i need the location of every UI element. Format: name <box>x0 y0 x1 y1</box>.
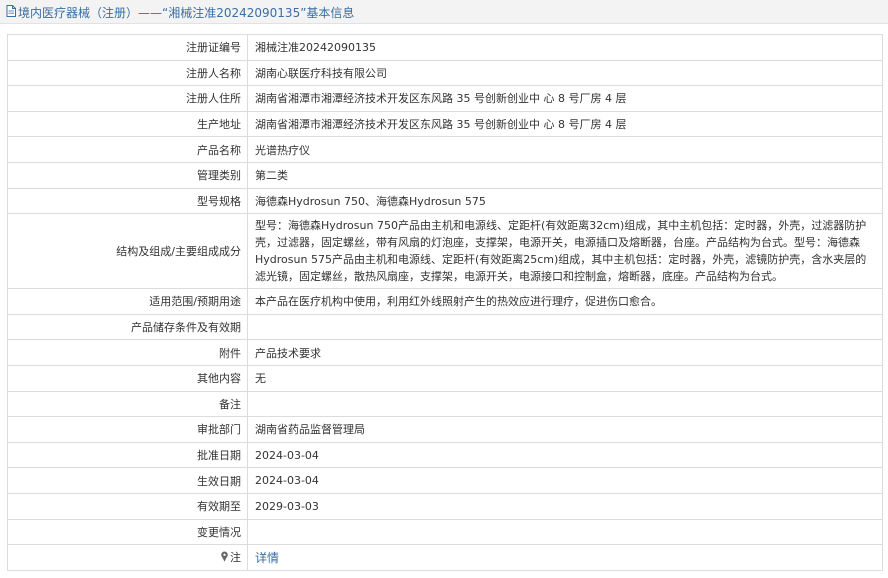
table-row: 备注 <box>7 390 883 418</box>
field-value: 第二类 <box>247 161 883 189</box>
field-label: 产品名称 <box>7 136 248 163</box>
page-title: 境内医疗器械（注册）——“湘械注准20242090135”基本信息 <box>18 6 355 20</box>
field-value: 湘械注准20242090135 <box>247 34 883 61</box>
detail-link[interactable]: 详情 <box>255 551 279 565</box>
field-value <box>247 313 883 341</box>
table-row: 生产地址 湖南省湘潭市湘潭经济技术开发区东风路 35 号创新创业中 心 8 号厂… <box>7 110 883 138</box>
field-value: 2024-03-04 <box>247 467 883 494</box>
field-value: 光谱热疗仪 <box>247 136 883 163</box>
field-value: 湖南省湘潭市湘潭经济技术开发区东风路 35 号创新创业中 心 8 号厂房 4 层 <box>247 85 883 112</box>
field-value: 2024-03-04 <box>247 441 883 469</box>
table-row: 适用范围/预期用途 本产品在医疗机构中使用，利用红外线照射产生的热效应进行理疗，… <box>7 288 883 315</box>
table-row: 生效日期 2024-03-04 <box>7 467 883 494</box>
field-label: 适用范围/预期用途 <box>7 288 248 315</box>
field-value: 型号：海德森Hydrosun 750产品由主机和电源线、定距杆(有效距离32cm… <box>247 213 883 290</box>
field-label: 管理类别 <box>7 161 248 189</box>
field-label: 备注 <box>7 390 248 418</box>
field-value <box>247 518 883 546</box>
field-value: 无 <box>247 364 883 392</box>
field-value: 湖南省湘潭市湘潭经济技术开发区东风路 35 号创新创业中 心 8 号厂房 4 层 <box>247 110 883 138</box>
field-value: 产品技术要求 <box>247 339 883 366</box>
table-row: 附件 产品技术要求 <box>7 339 883 366</box>
field-label: 变更情况 <box>7 518 248 546</box>
field-value: 海德森Hydrosun 750、海德森Hydrosun 575 <box>247 187 883 215</box>
field-label: 其他内容 <box>7 364 248 392</box>
document-icon <box>6 5 16 17</box>
table-row: 产品名称 光谱热疗仪 <box>7 136 883 163</box>
field-value: 湖南心联医疗科技有限公司 <box>247 59 883 87</box>
table-row: 管理类别 第二类 <box>7 161 883 189</box>
field-label: 产品储存条件及有效期 <box>7 313 248 341</box>
table-row: 变更情况 <box>7 518 883 546</box>
table-row: 审批部门 湖南省药品监督管理局 <box>7 416 883 443</box>
info-table: 注册证编号 湘械注准20242090135 注册人名称 湖南心联医疗科技有限公司… <box>7 34 883 571</box>
table-row: 有效期至 2029-03-03 <box>7 492 883 520</box>
field-value <box>247 390 883 418</box>
table-row: 批准日期 2024-03-04 <box>7 441 883 469</box>
field-label: 批准日期 <box>7 441 248 469</box>
note-label: 注 <box>230 551 241 565</box>
note-label-cell: 注 <box>7 544 248 571</box>
field-label: 结构及组成/主要组成成分 <box>7 213 248 290</box>
field-label: 注册人名称 <box>7 59 248 87</box>
table-row: 注册证编号 湘械注准20242090135 <box>7 34 883 61</box>
field-label: 注册人住所 <box>7 85 248 112</box>
field-value: 本产品在医疗机构中使用，利用红外线照射产生的热效应进行理疗，促进伤口愈合。 <box>247 288 883 315</box>
table-row: 注册人名称 湖南心联医疗科技有限公司 <box>7 59 883 87</box>
field-label: 生效日期 <box>7 467 248 494</box>
note-value-cell: 详情 <box>247 544 883 571</box>
note-row: 注 详情 <box>7 544 883 571</box>
table-row: 注册人住所 湖南省湘潭市湘潭经济技术开发区东风路 35 号创新创业中 心 8 号… <box>7 85 883 112</box>
field-label: 型号规格 <box>7 187 248 215</box>
table-row: 型号规格 海德森Hydrosun 750、海德森Hydrosun 575 <box>7 187 883 215</box>
table-row: 其他内容 无 <box>7 364 883 392</box>
field-label: 附件 <box>7 339 248 366</box>
field-label: 审批部门 <box>7 416 248 443</box>
table-row: 结构及组成/主要组成成分 型号：海德森Hydrosun 750产品由主机和电源线… <box>7 213 883 290</box>
field-value: 2029-03-03 <box>247 492 883 520</box>
field-value: 湖南省药品监督管理局 <box>247 416 883 443</box>
page-header: 境内医疗器械（注册）——“湘械注准20242090135”基本信息 <box>0 0 888 24</box>
table-row: 产品储存条件及有效期 <box>7 313 883 341</box>
field-label: 有效期至 <box>7 492 248 520</box>
field-label: 生产地址 <box>7 110 248 138</box>
field-label: 注册证编号 <box>7 34 248 61</box>
pin-icon <box>221 551 228 563</box>
